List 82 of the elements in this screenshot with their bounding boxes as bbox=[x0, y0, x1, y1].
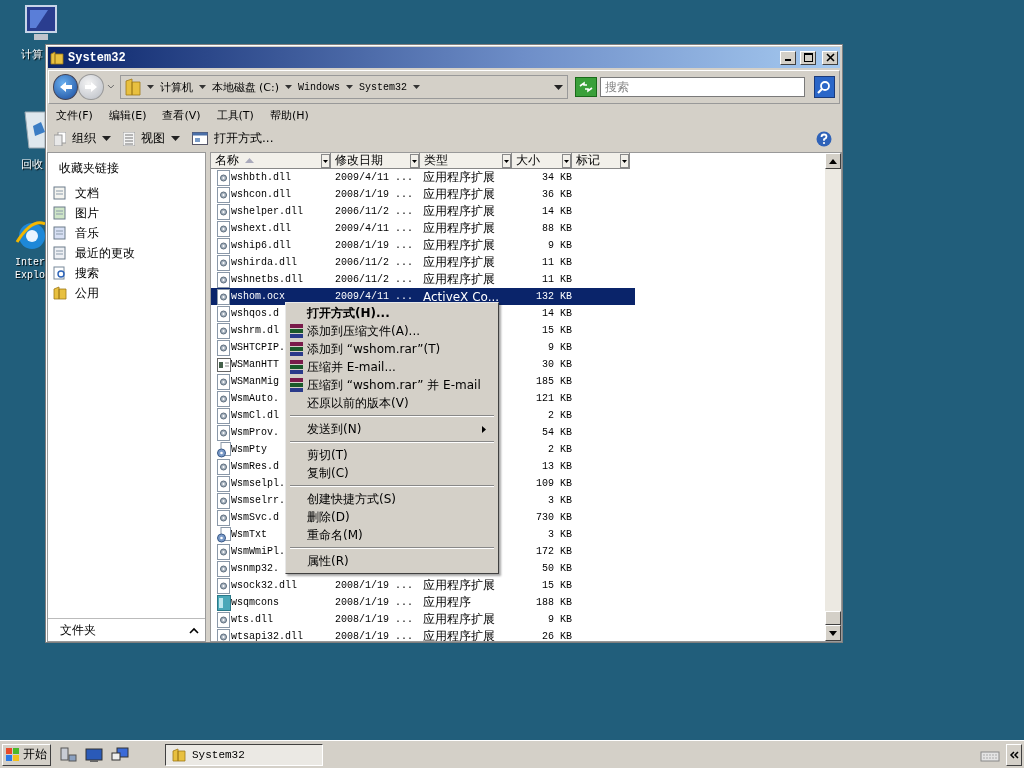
window-title: System32 bbox=[68, 50, 126, 65]
file-size: 14 KB bbox=[542, 206, 572, 217]
file-size: 2 KB bbox=[548, 410, 572, 421]
file-size: 11 KB bbox=[542, 274, 572, 285]
file-type: 应用程序扩展 bbox=[423, 578, 495, 592]
file-name: wshbth.dll bbox=[231, 172, 291, 183]
file-name: wsock32.dll bbox=[231, 580, 297, 591]
file-size: 3 KB bbox=[548, 495, 572, 506]
file-size: 15 KB bbox=[542, 580, 572, 591]
file-type: 应用程序扩展 bbox=[423, 221, 495, 235]
file-name: wshnetbs.dll bbox=[231, 274, 303, 285]
modified-date: 2008/1/19 ... bbox=[335, 189, 413, 200]
file-size: 185 KB bbox=[536, 376, 572, 387]
file-size: 9 KB bbox=[548, 614, 572, 625]
file-name: Wsmselrr. bbox=[231, 495, 285, 506]
file-size: 172 KB bbox=[536, 546, 572, 557]
modified-date: 2006/11/2 ... bbox=[335, 206, 413, 217]
file-size: 3 KB bbox=[548, 529, 572, 540]
file-size: 2 KB bbox=[548, 444, 572, 455]
modified-date: 2008/1/19 ... bbox=[335, 614, 413, 625]
file-name: wshom.ocx bbox=[231, 291, 285, 302]
modified-date: 2009/4/11 ... bbox=[335, 291, 413, 302]
file-type: 应用程序扩展 bbox=[423, 612, 495, 626]
file-name: wshcon.dll bbox=[231, 189, 291, 200]
file-name: wship6.dll bbox=[231, 240, 291, 251]
modified-date: 2008/1/19 ... bbox=[335, 240, 413, 251]
modified-date: 2008/1/19 ... bbox=[335, 580, 413, 591]
modified-date: 2006/11/2 ... bbox=[335, 257, 413, 268]
modified-date: 2006/11/2 ... bbox=[335, 274, 413, 285]
file-type: 应用程序扩展 bbox=[423, 170, 495, 184]
file-name: wshext.dll bbox=[231, 223, 291, 234]
file-name: WsmAuto. bbox=[231, 393, 279, 404]
file-name: wsqmcons bbox=[231, 597, 279, 608]
file-size: 109 KB bbox=[536, 478, 572, 489]
file-name: WSManMig bbox=[231, 376, 279, 387]
file-name: wshrm.dl bbox=[231, 325, 279, 336]
file-size: 11 KB bbox=[542, 257, 572, 268]
file-size: 13 KB bbox=[542, 461, 572, 472]
file-name: wshqos.d bbox=[231, 308, 279, 319]
file-name: wshirda.dll bbox=[231, 257, 297, 268]
file-name: WsmSvc.d bbox=[231, 512, 279, 523]
modified-date: 2009/4/11 ... bbox=[335, 223, 413, 234]
file-type: 应用程序扩展 bbox=[423, 255, 495, 269]
modified-date: 2008/1/19 ... bbox=[335, 597, 413, 608]
file-name: WsmTxt bbox=[231, 529, 267, 540]
file-type: ActiveX Co... bbox=[423, 289, 500, 304]
file-type: 应用程序扩展 bbox=[423, 204, 495, 218]
file-size: 36 KB bbox=[542, 189, 572, 200]
file-name: wts.dll bbox=[231, 614, 273, 625]
pane-heading: 收藏夹链接 bbox=[58, 160, 120, 177]
file-type: 应用程序扩展 bbox=[423, 238, 495, 252]
file-size: 26 KB bbox=[542, 631, 572, 641]
file-size: 30 KB bbox=[542, 359, 572, 370]
file-name: wshelper.dll bbox=[231, 206, 303, 217]
file-size: 15 KB bbox=[542, 325, 572, 336]
file-size: 730 KB bbox=[536, 512, 572, 523]
file-size: 54 KB bbox=[542, 427, 572, 438]
file-size: 9 KB bbox=[548, 240, 572, 251]
file-name: wsnmp32. bbox=[231, 563, 279, 574]
modified-date: 2009/4/11 ... bbox=[335, 172, 413, 183]
file-type: 应用程序扩展 bbox=[423, 272, 495, 286]
modified-date: 2008/1/19 ... bbox=[335, 631, 413, 641]
file-name: WsmRes.d bbox=[231, 461, 279, 472]
file-size: 188 KB bbox=[536, 597, 572, 608]
file-name: WsmPty bbox=[231, 444, 267, 455]
file-size: 50 KB bbox=[542, 563, 572, 574]
file-name: WsmCl.dl bbox=[231, 410, 279, 421]
file-name: WsmWmiPl. bbox=[231, 546, 285, 557]
file-size: 34 KB bbox=[542, 172, 572, 183]
file-name: WsmProv. bbox=[231, 427, 279, 438]
file-size: 121 KB bbox=[536, 393, 572, 404]
file-name: WSManHTT bbox=[231, 359, 279, 370]
file-name: wtsapi32.dll bbox=[231, 631, 303, 641]
file-type: 应用程序扩展 bbox=[423, 187, 495, 201]
file-size: 88 KB bbox=[542, 223, 572, 234]
file-size: 132 KB bbox=[536, 291, 572, 302]
file-type: 应用程序扩展 bbox=[423, 629, 495, 641]
file-size: 9 KB bbox=[548, 342, 572, 353]
file-name: Wsmselpl. bbox=[231, 478, 285, 489]
file-type: 应用程序 bbox=[423, 595, 471, 609]
file-size: 14 KB bbox=[542, 308, 572, 319]
file-name: WSHTCPIP. bbox=[231, 342, 285, 353]
